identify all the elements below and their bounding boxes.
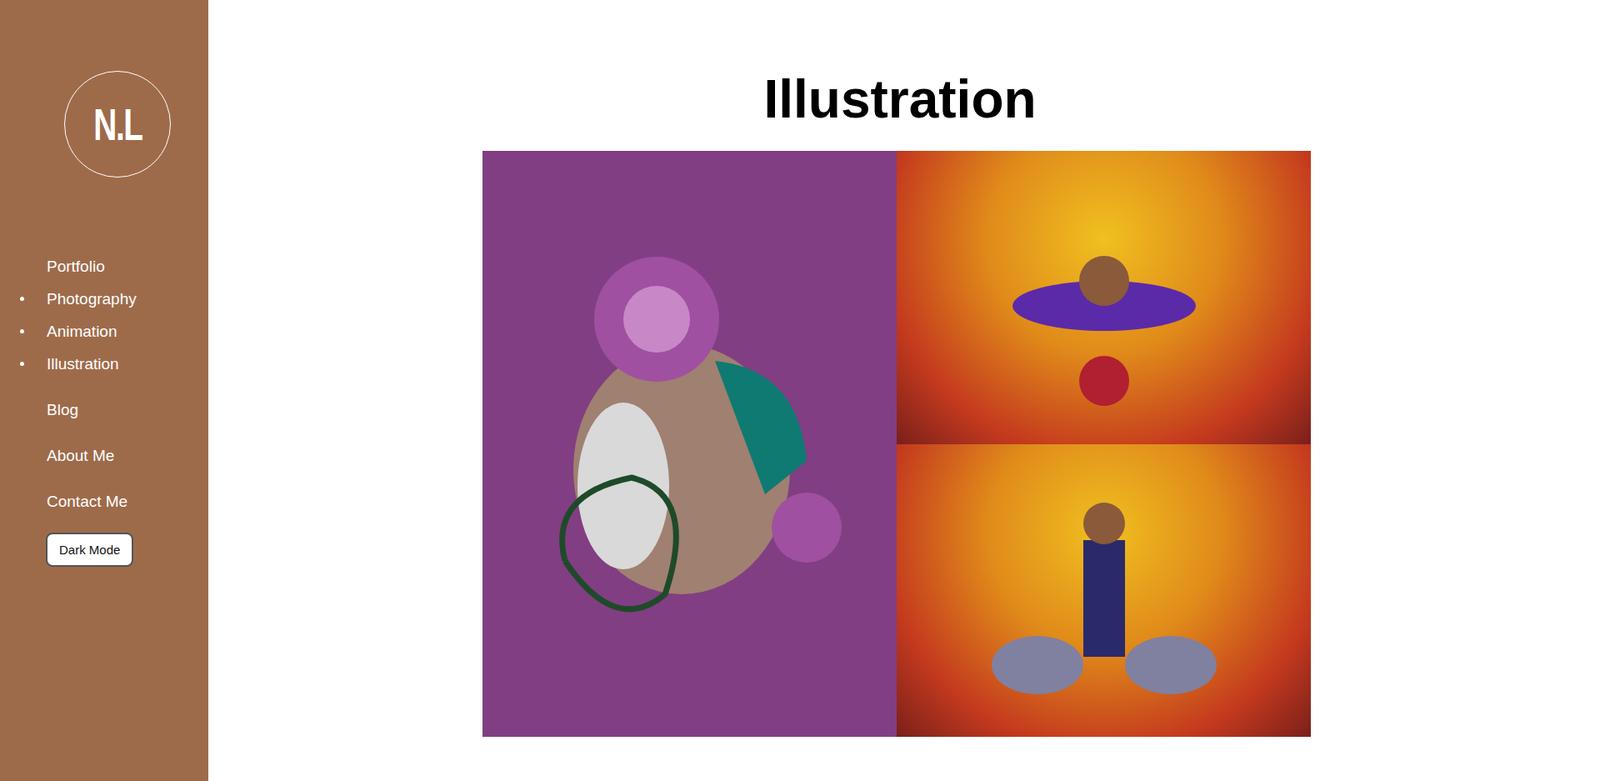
circus-panel xyxy=(896,150,1311,445)
nav-item[interactable]: Contact Me xyxy=(46,485,137,518)
nav-item[interactable]: Animation xyxy=(46,315,137,348)
bullet-icon xyxy=(20,296,25,301)
main-content: Illustration xyxy=(208,0,1600,781)
nav-item[interactable]: Portfolio xyxy=(46,250,137,283)
page: N.LPortfolioPhotographyAnimationIllustra… xyxy=(0,0,1600,781)
sidebar: N.L PortfolioPhotographyAnimationIllustra… xyxy=(0,0,209,781)
nav-item[interactable]: About Me xyxy=(46,439,137,472)
circus-figure-icon xyxy=(979,172,1230,423)
illustration-image[interactable] xyxy=(896,150,1311,737)
logo[interactable]: N.L xyxy=(64,70,171,178)
nav-list: PortfolioPhotographyAnimationIllustratio… xyxy=(0,250,137,518)
bullet-icon xyxy=(20,329,25,334)
dark-mode-button[interactable]: Dark Mode xyxy=(45,532,134,567)
logo-text: N.L xyxy=(93,98,142,150)
nav-item[interactable]: Blog xyxy=(46,393,137,426)
circus-panel xyxy=(896,444,1311,738)
illustration-image[interactable] xyxy=(482,150,897,737)
page-title: Illustration xyxy=(763,69,1036,130)
bullet-icon xyxy=(20,361,25,366)
nav-item[interactable]: Photography xyxy=(46,282,137,315)
nav-item[interactable]: Illustration xyxy=(46,347,137,380)
skull-roses-icon xyxy=(515,244,865,645)
circus-figure-icon xyxy=(979,465,1230,715)
gallery xyxy=(482,150,1311,737)
